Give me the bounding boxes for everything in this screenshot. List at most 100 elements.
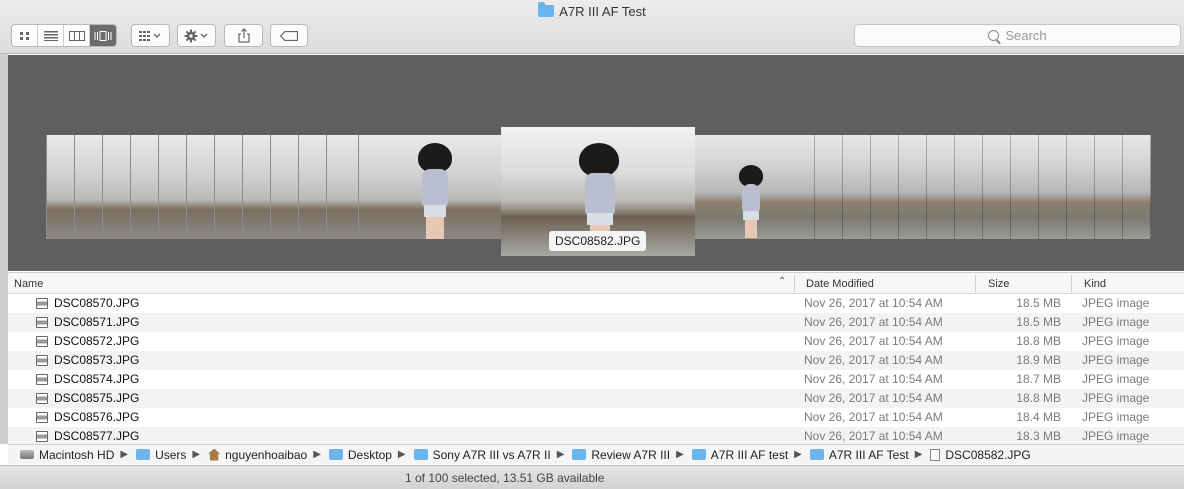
columns-icon <box>68 30 85 41</box>
cover-flow[interactable]: DSC08582.JPG <box>8 55 1184 271</box>
file-kind: JPEG image <box>1082 429 1150 443</box>
file-size: 18.9 MB <box>1016 353 1061 367</box>
image-file-icon <box>36 336 48 347</box>
cover-flow-item[interactable] <box>1123 135 1151 239</box>
cover-flow-left-stack[interactable] <box>46 135 501 239</box>
cover-flow-item[interactable] <box>1067 135 1095 239</box>
tags-button[interactable] <box>270 24 308 47</box>
file-name: DSC08577.JPG <box>54 429 140 443</box>
path-item-af-test-folder[interactable]: A7R III AF test <box>691 448 788 462</box>
cover-flow-item[interactable] <box>899 135 927 239</box>
folder-icon <box>328 449 343 460</box>
table-row[interactable]: DSC08574.JPG Nov 26, 2017 at 10:54 AM 18.7… <box>8 370 1184 389</box>
chevron-right-icon: ▶ <box>313 449 321 460</box>
cover-flow-item[interactable] <box>1011 135 1039 239</box>
column-header-kind[interactable]: Kind <box>1084 278 1106 290</box>
table-row[interactable]: DSC08576.JPG Nov 26, 2017 at 10:54 AM 18.4… <box>8 408 1184 427</box>
icon-view-button[interactable] <box>12 25 38 46</box>
view-mode-segmented-control <box>11 24 117 47</box>
table-row[interactable]: DSC08573.JPG Nov 26, 2017 at 10:54 AM 18.9… <box>8 351 1184 370</box>
chevron-right-icon: ▶ <box>676 449 684 460</box>
file-date: Nov 26, 2017 at 10:54 AM <box>804 429 943 443</box>
file-size: 18.8 MB <box>1016 334 1061 348</box>
cover-flow-item[interactable] <box>695 135 815 239</box>
path-item-review-folder[interactable]: Review A7R III <box>572 448 670 462</box>
cover-flow-item[interactable] <box>1095 135 1123 239</box>
path-item-macintosh-hd[interactable]: Macintosh HD <box>20 448 114 462</box>
file-kind: JPEG image <box>1082 296 1150 310</box>
file-kind: JPEG image <box>1082 353 1150 367</box>
cover-flow-item[interactable] <box>955 135 983 239</box>
share-icon <box>237 28 250 43</box>
path-item-users[interactable]: Users <box>136 448 186 462</box>
tag-icon <box>280 30 298 41</box>
window-title: A7R III AF Test <box>0 2 1184 19</box>
file-name: DSC08575.JPG <box>54 391 140 405</box>
file-kind: JPEG image <box>1082 334 1150 348</box>
arrange-button[interactable] <box>131 24 170 47</box>
folder-icon <box>691 449 706 460</box>
cover-flow-item[interactable] <box>871 135 899 239</box>
path-item-file[interactable]: DSC08582.JPG <box>930 448 1031 462</box>
chevron-right-icon: ▶ <box>556 449 565 460</box>
file-kind: JPEG image <box>1082 410 1150 424</box>
file-date: Nov 26, 2017 at 10:54 AM <box>804 334 943 348</box>
gear-icon <box>184 29 207 42</box>
file-date: Nov 26, 2017 at 10:54 AM <box>804 315 943 329</box>
cover-flow-caption: DSC08582.JPG <box>549 231 647 251</box>
cover-flow-item[interactable] <box>927 135 955 239</box>
cover-flow-item[interactable] <box>1039 135 1067 239</box>
image-file-icon <box>36 374 48 385</box>
file-size: 18.8 MB <box>1016 391 1061 405</box>
table-row[interactable]: DSC08571.JPG Nov 26, 2017 at 10:54 AM 18.5… <box>8 313 1184 332</box>
action-button[interactable] <box>177 24 216 47</box>
folder-icon <box>809 449 824 460</box>
path-item-sony-folder[interactable]: Sony A7R III vs A7R II <box>413 448 551 462</box>
table-row[interactable]: DSC08575.JPG Nov 26, 2017 at 10:54 AM 18.8… <box>8 389 1184 408</box>
cover-flow-view-button[interactable] <box>90 25 116 46</box>
search-icon <box>988 30 1000 41</box>
search-placeholder: Search <box>1005 28 1047 43</box>
file-size: 18.7 MB <box>1016 372 1061 386</box>
file-size: 18.5 MB <box>1016 315 1061 329</box>
column-header-name[interactable]: Name <box>14 278 43 290</box>
file-date: Nov 26, 2017 at 10:54 AM <box>804 391 943 405</box>
list-view-button[interactable] <box>38 25 64 46</box>
table-row[interactable]: DSC08570.JPG Nov 26, 2017 at 10:54 AM 18.5… <box>8 294 1184 313</box>
file-size: 18.5 MB <box>1016 296 1061 310</box>
path-item-af-test-subfolder[interactable]: A7R III AF Test <box>809 448 909 462</box>
file-name: DSC08573.JPG <box>54 353 140 367</box>
search-field[interactable]: Search <box>854 24 1181 47</box>
chevron-right-icon: ▶ <box>794 449 802 460</box>
toolbar: A7R III AF Test Search <box>0 0 1184 54</box>
cover-flow-item[interactable] <box>815 135 843 239</box>
folder-icon <box>572 449 587 460</box>
file-name: DSC08572.JPG <box>54 334 140 348</box>
grid-icon <box>19 31 29 40</box>
table-row[interactable]: DSC08572.JPG Nov 26, 2017 at 10:54 AM 18.8… <box>8 332 1184 351</box>
file-date: Nov 26, 2017 at 10:54 AM <box>804 296 943 310</box>
file-name: DSC08576.JPG <box>54 410 140 424</box>
column-header-date-modified[interactable]: Date Modified <box>806 278 874 290</box>
column-view-button[interactable] <box>64 25 90 46</box>
cover-flow-item[interactable] <box>983 135 1011 239</box>
folder-icon <box>413 449 428 460</box>
image-file-icon <box>36 355 48 366</box>
sort-ascending-icon[interactable]: ⌃ <box>778 276 786 287</box>
list-header: Name ⌃ Date Modified Size Kind <box>8 272 1184 294</box>
file-name: DSC08570.JPG <box>54 296 140 310</box>
table-row[interactable]: DSC08577.JPG Nov 26, 2017 at 10:54 AM 18.3… <box>8 427 1184 444</box>
file-date: Nov 26, 2017 at 10:54 AM <box>804 353 943 367</box>
chevron-right-icon: ▶ <box>914 449 923 460</box>
path-item-home[interactable]: nguyenhoaibao <box>208 448 307 462</box>
cover-flow-item[interactable] <box>843 135 871 239</box>
path-bar: Macintosh HD ▶ Users ▶ nguyenhoaibao ▶ D… <box>8 444 1184 464</box>
file-kind: JPEG image <box>1082 391 1150 405</box>
share-button[interactable] <box>224 24 263 47</box>
hard-drive-icon <box>20 450 34 459</box>
chevron-right-icon: ▶ <box>192 449 201 460</box>
file-name: DSC08571.JPG <box>54 315 140 329</box>
file-date: Nov 26, 2017 at 10:54 AM <box>804 372 943 386</box>
path-item-desktop[interactable]: Desktop <box>328 448 392 462</box>
column-header-size[interactable]: Size <box>988 278 1009 290</box>
